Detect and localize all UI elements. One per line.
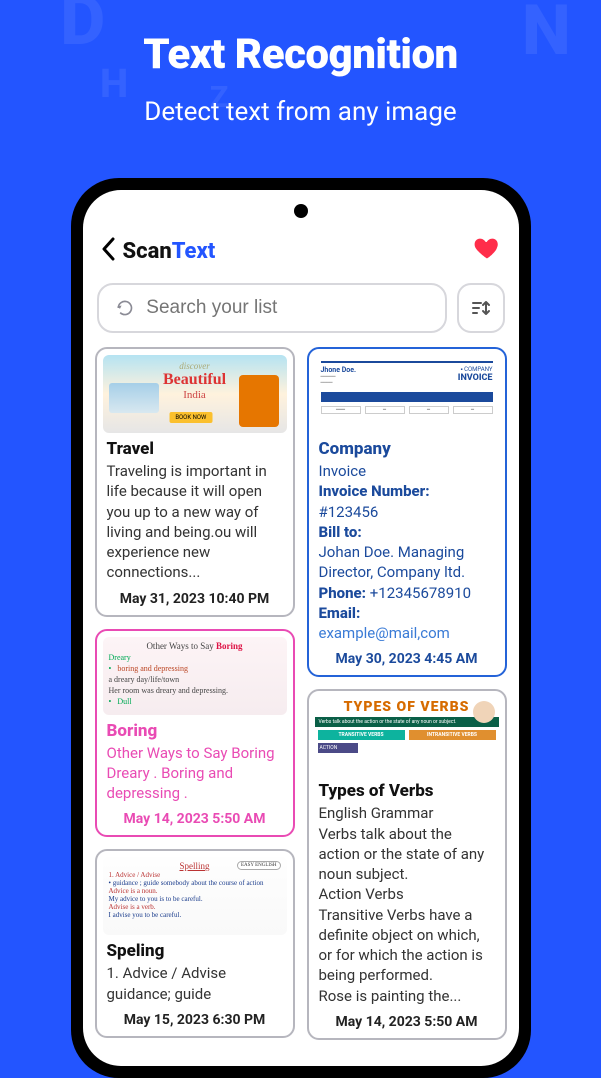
card-body: Traveling is important in life because i…: [103, 461, 287, 583]
back-icon[interactable]: [101, 235, 117, 268]
column-left: discover Beautiful India BOOK NOW Travel…: [95, 347, 295, 1066]
card-speling[interactable]: EASY ENGLISH Spelling 1. Advice / Advise…: [95, 849, 295, 1038]
card-title: Company: [315, 439, 499, 461]
sort-icon: [469, 296, 493, 320]
search-input[interactable]: [146, 297, 428, 319]
app-root: Scan Text: [83, 190, 519, 1066]
card-body: Invoice Invoice Number: #123456 Bill to:…: [315, 461, 499, 643]
search-row: [83, 283, 519, 347]
card-title: Types of Verbs: [315, 781, 499, 803]
hero-subtitle: Detect text from any image: [0, 97, 601, 127]
hero-title: Text Recognition: [0, 30, 601, 79]
phone-screen: Scan Text: [83, 190, 519, 1066]
card-columns: discover Beautiful India BOOK NOW Travel…: [83, 347, 519, 1066]
card-date: May 15, 2023 6:30 PM: [103, 1004, 287, 1028]
card-date: May 14, 2023 5:50 AM: [103, 803, 287, 827]
camera-notch: [294, 204, 308, 218]
thumb-boring: Other Ways to Say Boring Dreary •boring …: [103, 637, 287, 715]
card-date: May 14, 2023 5:50 AM: [315, 1006, 499, 1030]
app-title-text: Text: [172, 239, 216, 264]
app-title-scan: Scan: [123, 239, 172, 264]
card-company[interactable]: Jhone Doe. ━━━━━━━━━ ▪ COMPANY INVOICE ━…: [307, 347, 507, 677]
refresh-search-icon: [115, 297, 135, 319]
sort-button[interactable]: [457, 283, 505, 333]
phone-frame: Scan Text: [71, 178, 531, 1078]
card-body: English Grammar Verbs talk about the act…: [315, 803, 499, 1006]
thumb-invoice: Jhone Doe. ━━━━━━━━━ ▪ COMPANY INVOICE ━…: [315, 355, 499, 433]
card-verbs[interactable]: TYPES OF VERBS Verbs talk about the acti…: [307, 689, 507, 1040]
thumb-spelling: EASY ENGLISH Spelling 1. Advice / Advise…: [103, 857, 287, 935]
thumb-travel: discover Beautiful India BOOK NOW: [103, 355, 287, 433]
card-title: Speling: [103, 941, 287, 963]
hero: Text Recognition Detect text from any im…: [0, 0, 601, 127]
heart-icon[interactable]: [473, 234, 501, 269]
card-title: Boring: [103, 721, 287, 743]
card-boring[interactable]: Other Ways to Say Boring Dreary •boring …: [95, 629, 295, 838]
thumb-verbs: TYPES OF VERBS Verbs talk about the acti…: [315, 697, 499, 775]
card-travel[interactable]: discover Beautiful India BOOK NOW Travel…: [95, 347, 295, 617]
card-body: 1. Advice / Advise guidance; guide: [103, 963, 287, 1004]
card-body: Other Ways to Say Boring Dreary . Boring…: [103, 743, 287, 804]
card-title: Travel: [103, 439, 287, 461]
app-header: Scan Text: [83, 226, 519, 283]
search-box[interactable]: [97, 283, 447, 333]
card-date: May 30, 2023 4:45 AM: [315, 643, 499, 667]
column-right: Jhone Doe. ━━━━━━━━━ ▪ COMPANY INVOICE ━…: [307, 347, 507, 1066]
card-date: May 31, 2023 10:40 PM: [103, 583, 287, 607]
